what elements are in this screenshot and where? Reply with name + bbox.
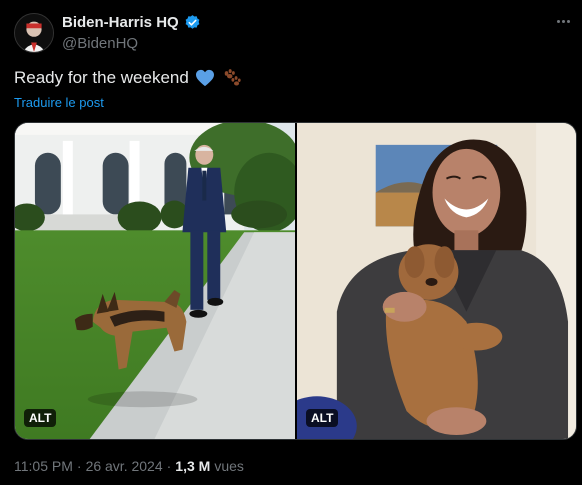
views-label: vues [214,458,244,474]
paw-prints-icon [224,69,241,86]
avatar-portrait-icon [15,14,53,52]
alt-text-badge[interactable]: ALT [24,409,57,427]
more-dot-icon [566,19,570,23]
author-name-row: Biden-Harris HQ [62,14,201,31]
author-display-name[interactable]: Biden-Harris HQ [62,14,179,31]
meta-separator: · [76,458,82,474]
media-grid: ALT ALT [14,122,577,440]
tweet-meta: 11:05 PM · 26 avr. 2024 · 1,3 M vues [14,458,244,474]
tweet-text-row: Ready for the weekend [14,68,243,88]
post-date[interactable]: 26 avr. 2024 [86,458,163,474]
meta-separator: · [166,458,172,474]
translate-post-link[interactable]: Traduire le post [14,95,104,110]
more-options-button[interactable] [554,12,572,30]
woman-with-puppy-image [297,123,576,439]
white-house-lawn-image [15,123,295,439]
verified-badge-icon [185,15,200,29]
blue-heart-icon [195,69,214,87]
more-dot-icon [561,19,565,23]
views-count: 1,3 M [175,458,211,474]
avatar[interactable] [14,13,54,53]
tweet-text: Ready for the weekend [14,68,189,87]
more-dot-icon [556,19,560,23]
photo-left[interactable]: ALT [15,123,295,439]
alt-text-badge[interactable]: ALT [306,409,339,427]
photo-right[interactable]: ALT [297,123,576,439]
post-time[interactable]: 11:05 PM [14,458,73,474]
author-handle[interactable]: @BidenHQ [62,35,138,52]
